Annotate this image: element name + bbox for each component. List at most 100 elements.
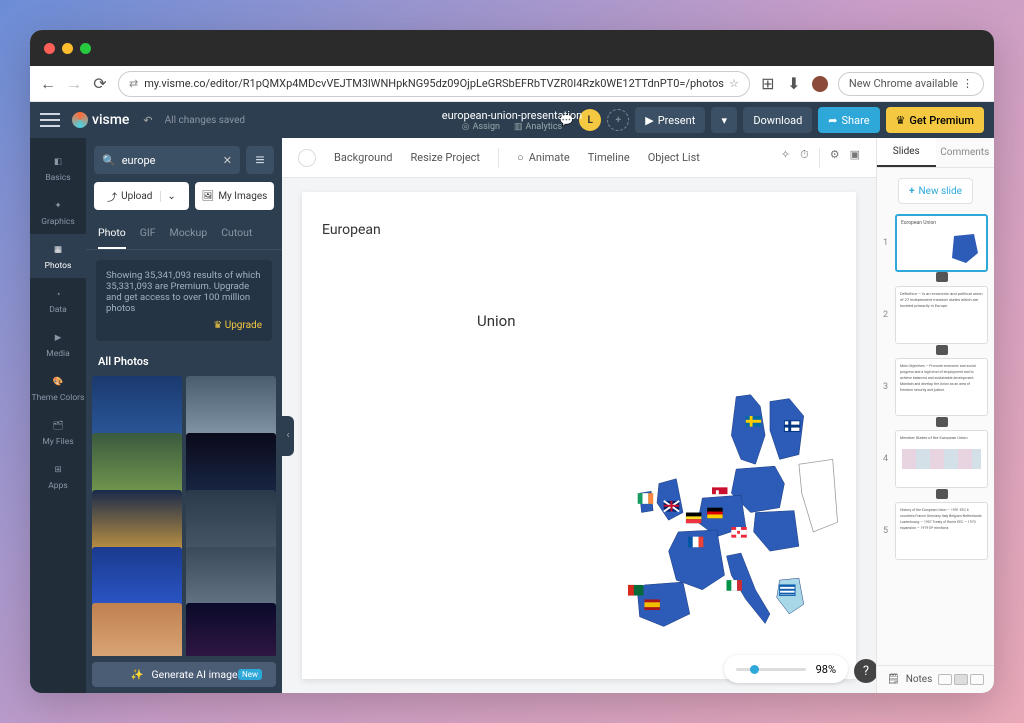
chrome-update-pill[interactable]: New Chrome available⋮ <box>838 72 984 96</box>
undo-icon[interactable]: ↶ <box>143 114 152 127</box>
download-button[interactable]: Download <box>743 107 812 133</box>
notes-button[interactable]: 🗒 Notes <box>877 665 994 693</box>
close-dot[interactable] <box>44 43 55 54</box>
background-button[interactable]: Background <box>334 151 392 164</box>
help-button[interactable]: ? <box>854 659 876 683</box>
user-avatar[interactable]: L <box>579 109 601 131</box>
upload-icon: ⤴ <box>107 189 117 204</box>
magic-icon[interactable]: ✧ <box>781 148 790 168</box>
rail-media[interactable]: ▶Media <box>30 322 86 366</box>
zoom-slider[interactable] <box>736 668 806 671</box>
animate-button[interactable]: ○Animate <box>517 151 570 164</box>
add-user-button[interactable]: + <box>607 109 629 131</box>
notes-icon: 🗒 <box>887 674 900 685</box>
slide-options-icon[interactable] <box>936 417 948 427</box>
rail-graphics[interactable]: ✦Graphics <box>30 190 86 234</box>
slide-text-european[interactable]: European <box>322 222 381 238</box>
get-premium-button[interactable]: ♛Get Premium <box>886 107 984 133</box>
objectlist-button[interactable]: Object List <box>648 151 700 164</box>
photo-result[interactable] <box>186 603 276 656</box>
doc-title[interactable]: european-union-presentation <box>442 109 583 122</box>
app-topbar: visme ↶ All changes saved european-union… <box>30 102 994 138</box>
slide-options-icon[interactable] <box>936 489 948 499</box>
canvas-area: Background Resize Project ○Animate Timel… <box>282 138 876 693</box>
crop-icon[interactable]: ▣ <box>850 148 860 168</box>
filter-button[interactable]: ≡ <box>246 146 274 174</box>
clear-search-icon[interactable]: ✕ <box>223 154 232 167</box>
present-button[interactable]: ▶Present <box>635 107 705 133</box>
menu-icon[interactable] <box>40 113 60 127</box>
photos-panel: 🔍 ✕ ≡ ⤴ Upload ⌄ 🖼 My Images <box>86 138 282 693</box>
timeline-button[interactable]: Timeline <box>588 151 630 164</box>
color-circle[interactable] <box>298 149 316 167</box>
upload-dropdown-icon[interactable]: ⌄ <box>160 191 175 202</box>
view-single-icon[interactable] <box>954 674 968 685</box>
url-text: my.visme.co/editor/R1pQMXp4MDcvVEJTM3lWN… <box>144 77 724 90</box>
window-titlebar <box>30 30 994 66</box>
canvas-toolbar: Background Resize Project ○Animate Timel… <box>282 138 876 178</box>
bookmark-star-icon[interactable]: ☆ <box>729 77 739 90</box>
slide-options-icon[interactable] <box>936 345 948 355</box>
doc-title-wrap: european-union-presentation ◎Assign ▥Ana… <box>442 109 583 132</box>
generate-ai-button[interactable]: ✨ Generate AI image New <box>92 662 276 687</box>
view-grid-icon[interactable] <box>938 674 952 685</box>
my-images-button[interactable]: 🖼 My Images <box>195 182 274 210</box>
tab-slides[interactable]: Slides <box>877 138 936 167</box>
tab-mockup[interactable]: Mockup <box>170 218 208 249</box>
share-button[interactable]: ➦Share <box>818 107 879 133</box>
timer-icon[interactable]: ⏱ <box>800 148 809 168</box>
photo-result[interactable] <box>92 603 182 656</box>
tab-photo[interactable]: Photo <box>98 218 126 249</box>
min-dot[interactable] <box>62 43 73 54</box>
slide-thumb-5[interactable]: 5 History of the European Union — 1951 E… <box>883 502 988 560</box>
tab-comments[interactable]: Comments <box>936 138 995 167</box>
analytics-link[interactable]: Analytics <box>526 122 563 132</box>
new-slide-button[interactable]: +New slide <box>898 178 973 204</box>
slide-canvas[interactable]: European Union <box>302 192 856 679</box>
download-icon[interactable]: ⬇ <box>786 76 802 92</box>
slide-thumb-4[interactable]: 4 Member States of the European Union <box>883 430 988 488</box>
analytics-icon: ▥ <box>514 122 523 132</box>
slide-thumb-2[interactable]: 2 Definition — Is an economic and politi… <box>883 286 988 344</box>
tab-cutout[interactable]: Cutout <box>221 218 252 249</box>
rail-photos[interactable]: ▦Photos <box>30 234 86 278</box>
view-list-icon[interactable] <box>970 674 984 685</box>
reload-icon[interactable]: ⟳ <box>92 76 108 92</box>
slide-text-union[interactable]: Union <box>477 312 516 330</box>
forward-icon[interactable]: → <box>66 76 82 92</box>
back-icon[interactable]: ← <box>40 76 56 92</box>
visme-logo[interactable]: visme <box>72 112 129 128</box>
resize-button[interactable]: Resize Project <box>410 151 480 164</box>
autosave-status: All changes saved <box>165 115 245 126</box>
upgrade-link[interactable]: ♛ Upgrade <box>213 320 262 331</box>
left-rail: ◧Basics ✦Graphics ▦Photos ◔Data ▶Media 🎨… <box>30 138 86 693</box>
assign-link[interactable]: Assign <box>473 122 500 132</box>
max-dot[interactable] <box>80 43 91 54</box>
eu-map-image[interactable] <box>609 387 844 667</box>
photo-search-input[interactable]: 🔍 ✕ <box>94 146 240 174</box>
rail-apps[interactable]: ⊞Apps <box>30 454 86 498</box>
logo-icon <box>72 112 88 128</box>
results-info: Showing 35,341,093 results of which 35,3… <box>96 260 272 341</box>
slide-thumb-1[interactable]: 1 European Union <box>883 214 988 272</box>
photo-type-tabs: Photo GIF Mockup Cutout <box>86 218 282 250</box>
present-dropdown[interactable]: ▾ <box>711 107 737 133</box>
slide-options-icon[interactable] <box>936 272 948 282</box>
zoom-control[interactable]: 98% <box>724 655 848 683</box>
rail-theme-colors[interactable]: 🎨Theme Colors <box>30 366 86 410</box>
rail-my-files[interactable]: 🗂My Files <box>30 410 86 454</box>
assign-icon: ◎ <box>462 122 470 132</box>
rail-data[interactable]: ◔Data <box>30 278 86 322</box>
slide-thumb-3[interactable]: 3 Main Objectives — Promote economic and… <box>883 358 988 416</box>
tab-gif[interactable]: GIF <box>140 218 156 249</box>
extension-icon[interactable]: ⊞ <box>760 76 776 92</box>
search-field[interactable] <box>122 154 223 167</box>
url-bar[interactable]: ⇄ my.visme.co/editor/R1pQMXp4MDcvVEJTM3l… <box>118 71 750 97</box>
rail-basics[interactable]: ◧Basics <box>30 146 86 190</box>
ai-sparkle-icon: ✨ <box>130 668 143 681</box>
slides-panel: Slides Comments +New slide 1 European Un… <box>876 138 994 693</box>
upload-button[interactable]: ⤴ Upload ⌄ <box>94 182 189 210</box>
settings-icon[interactable]: ⚙ <box>830 148 840 168</box>
profile-avatar[interactable] <box>812 76 828 92</box>
photo-results-grid <box>86 376 282 656</box>
